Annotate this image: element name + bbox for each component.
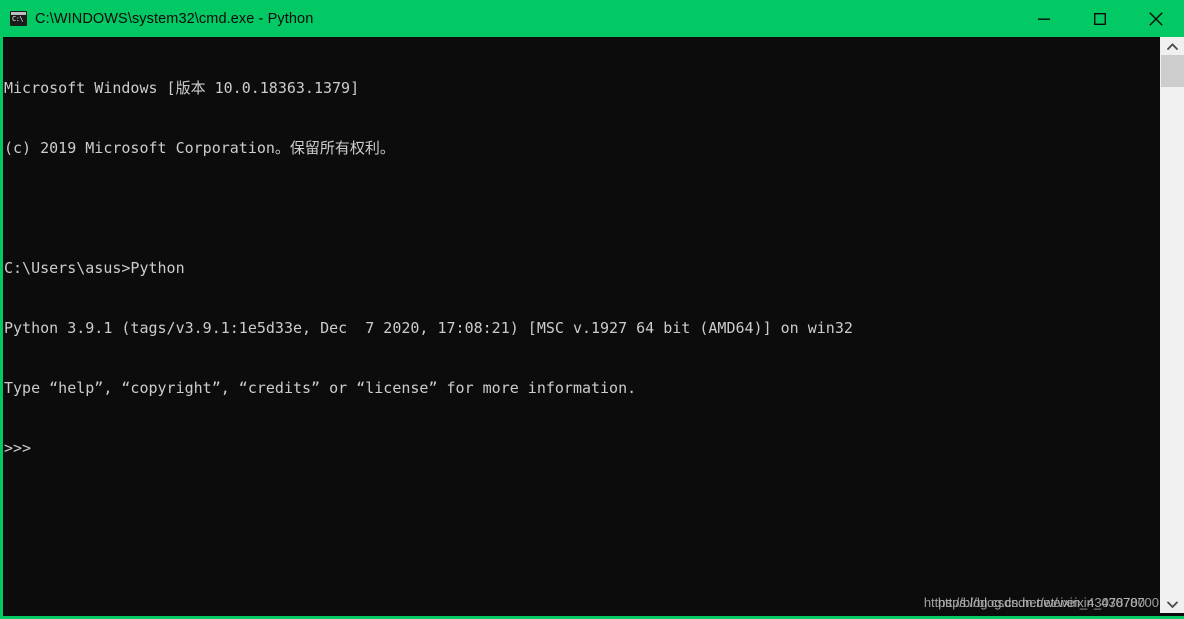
console-python-prompt: >>> xyxy=(4,439,32,457)
maximize-icon xyxy=(1094,12,1106,25)
close-button[interactable] xyxy=(1128,0,1184,37)
console-line: (c) 2019 Microsoft Corporation。保留所有权利。 xyxy=(4,139,395,157)
console-lines: Microsoft Windows [版本 10.0.18363.1379] (… xyxy=(3,37,1159,498)
console-line: Microsoft Windows [版本 10.0.18363.1379] xyxy=(4,79,360,97)
cmd-icon: C:\ xyxy=(10,11,27,26)
minimize-icon xyxy=(1038,18,1050,20)
chevron-down-icon xyxy=(1166,601,1178,608)
scrollbar-thumb[interactable] xyxy=(1161,55,1184,87)
cmd-window: C:\ C:\WINDOWS\system32\cmd.exe - Python xyxy=(0,0,1184,619)
scroll-down-button[interactable] xyxy=(1160,595,1184,613)
close-icon xyxy=(1149,11,1163,26)
console-line: Python 3.9.1 (tags/v3.9.1:1e5d33e, Dec 7… xyxy=(4,319,853,337)
console-output-area[interactable]: Microsoft Windows [版本 10.0.18363.1379] (… xyxy=(3,37,1159,616)
window-controls xyxy=(1016,0,1184,37)
minimize-button[interactable] xyxy=(1016,0,1072,37)
window-title: C:\WINDOWS\system32\cmd.exe - Python xyxy=(35,10,314,27)
console-line: Type “help”, “copyright”, “credits” or “… xyxy=(4,379,637,397)
cmd-icon-label: C:\ xyxy=(12,15,24,23)
vertical-scrollbar[interactable] xyxy=(1159,37,1184,613)
chevron-up-icon xyxy=(1166,43,1178,50)
window-titlebar[interactable]: C:\ C:\WINDOWS\system32\cmd.exe - Python xyxy=(0,0,1184,37)
maximize-button[interactable] xyxy=(1072,0,1128,37)
console-line-prompt-command: C:\Users\asus>Python xyxy=(4,259,185,277)
scroll-up-button[interactable] xyxy=(1160,37,1184,55)
